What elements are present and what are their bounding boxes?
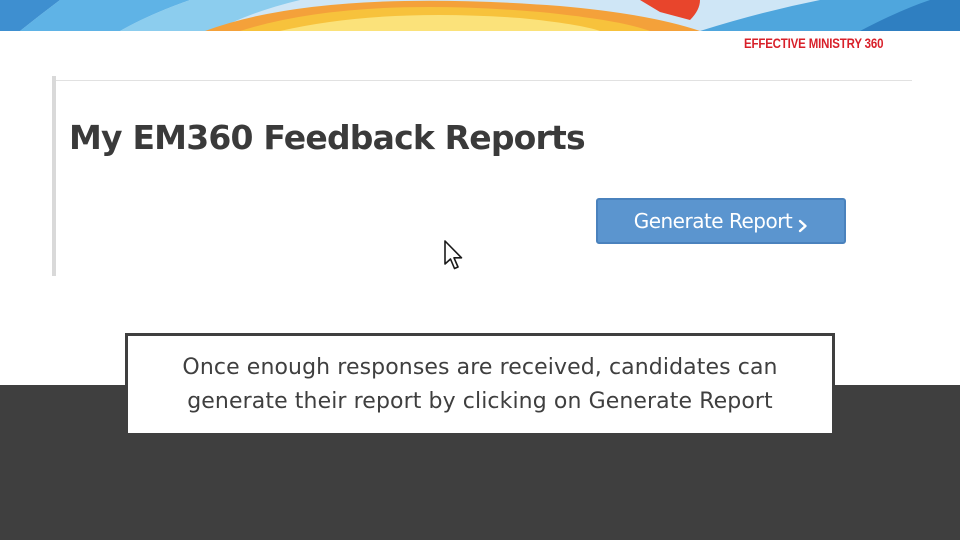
mouse-pointer-icon <box>444 240 463 270</box>
em360-screenshot-panel: My EM360 Feedback Reports Generate Repor… <box>52 76 912 276</box>
caption-box: Once enough responses are received, cand… <box>125 333 835 436</box>
caption-text: Once enough responses are received, cand… <box>182 351 777 419</box>
caption-line-1: Once enough responses are received, cand… <box>182 354 778 380</box>
generate-report-button-label: Generate Report <box>633 209 793 233</box>
decorative-top-banner <box>0 0 960 31</box>
generate-report-button[interactable]: Generate Report <box>596 198 846 244</box>
page-title: My EM360 Feedback Reports <box>69 118 586 157</box>
effective-ministry-360-logo: EFFECTIVE MINISTRY 360 <box>744 35 884 51</box>
chevron-right-icon <box>798 214 808 233</box>
banner-swoosh-graphic <box>0 0 960 31</box>
panel-left-border <box>52 76 56 276</box>
panel-divider <box>56 80 912 81</box>
caption-line-2: generate their report by clicking on Gen… <box>187 388 773 414</box>
